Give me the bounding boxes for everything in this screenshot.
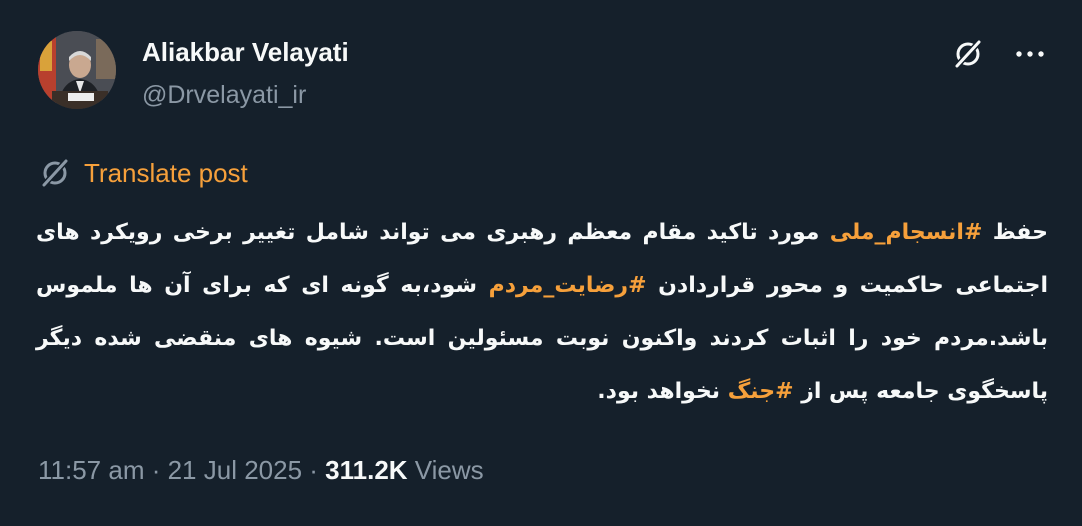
grok-button[interactable]: [946, 34, 990, 74]
ellipsis-icon: [1016, 51, 1044, 57]
hashtag-link[interactable]: #انسجام_ملی: [830, 220, 983, 245]
hashtag-link[interactable]: #رضایت_مردم: [489, 273, 647, 298]
avatar-photo: [38, 31, 116, 109]
avatar[interactable]: [38, 31, 116, 109]
author-name[interactable]: Aliakbar Velayati: [142, 36, 349, 68]
translate-post-label: Translate post: [84, 158, 248, 188]
translate-post-button[interactable]: Translate post: [38, 155, 248, 191]
hashtag-link[interactable]: #جنگ: [728, 379, 794, 404]
grok-slash-icon: [953, 38, 983, 70]
author-handle[interactable]: @Drvelayati_ir: [142, 80, 306, 110]
post-text: حفظ #انسجام_ملی مورد تاکید مقام معظم رهب…: [36, 206, 1048, 418]
post-text-segment: حفظ: [982, 220, 1048, 245]
meta-separator: ·: [302, 455, 326, 485]
views-count[interactable]: 311.2K: [325, 455, 407, 485]
views-label: Views: [407, 455, 484, 485]
meta-separator: ·: [144, 455, 168, 485]
post-meta: 11:57 am · 21 Jul 2025 · 311.2K Views: [38, 454, 484, 486]
post-text-segment: نخواهد بود.: [597, 379, 728, 404]
post-date[interactable]: 21 Jul 2025: [168, 455, 302, 485]
more-options-button[interactable]: [1008, 34, 1052, 74]
grok-slash-icon: [40, 157, 70, 189]
post-time[interactable]: 11:57 am: [38, 455, 144, 485]
